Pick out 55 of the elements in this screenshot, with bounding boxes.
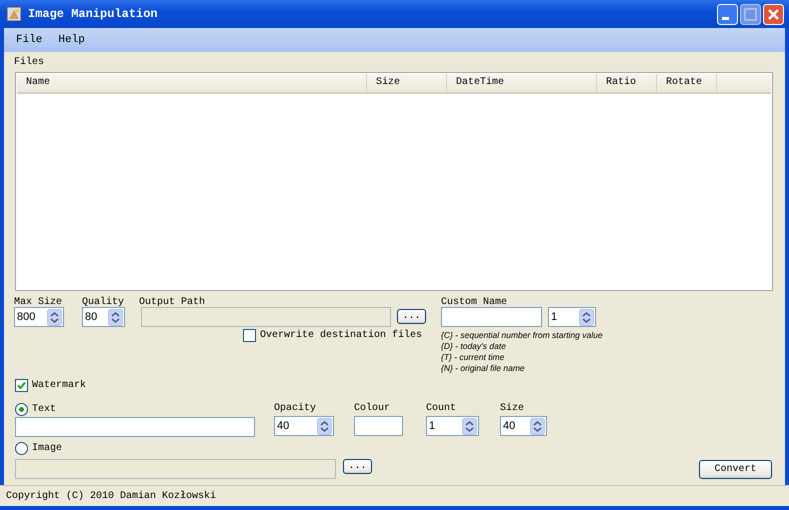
input-field[interactable]	[15, 417, 255, 437]
spin-buttons[interactable]	[47, 308, 62, 326]
input-field[interactable]	[441, 307, 542, 327]
input-field[interactable]	[15, 459, 336, 479]
number-field[interactable]: 1	[548, 307, 596, 327]
hint-text: {C} - sequential number from starting value	[441, 330, 603, 341]
app-icon[interactable]	[6, 6, 22, 22]
status-text: Copyright (C) 2010 Damian Kozłowski	[6, 490, 216, 502]
field-label: Max Size	[14, 297, 64, 309]
close-button[interactable]	[763, 4, 784, 24]
spin-buttons[interactable]	[462, 418, 477, 434]
field-label: Quality	[82, 297, 126, 309]
column-header[interactable]: Name	[17, 74, 367, 92]
field-label: Opacity	[274, 403, 318, 415]
browse-button[interactable]: ...	[343, 459, 372, 474]
spin-buttons[interactable]	[108, 308, 123, 326]
radio-button[interactable]	[15, 402, 28, 416]
maximize-button[interactable]	[740, 4, 761, 24]
radio-label: Text	[32, 404, 56, 414]
column-header[interactable]: DateTime	[447, 74, 597, 92]
checkbox[interactable]	[243, 328, 256, 342]
checkbox-label: Watermark	[32, 380, 86, 390]
colour-field[interactable]	[354, 416, 403, 436]
number-field[interactable]: 1	[426, 416, 479, 436]
column-header[interactable]: Size	[367, 74, 447, 92]
column-header[interactable]: Rotate	[657, 74, 717, 92]
file-list[interactable]: Name Size DateTime Ratio Rotate	[15, 72, 773, 291]
checkbox-label: Overwrite destination files	[260, 330, 422, 340]
browse-button[interactable]: ...	[397, 309, 426, 324]
field-label: Custom Name	[441, 297, 508, 309]
radio-button[interactable]	[15, 442, 28, 454]
hint-text: {N} - original file name	[441, 363, 526, 374]
spin-buttons[interactable]	[317, 418, 332, 434]
number-field[interactable]: 800	[14, 307, 64, 327]
spin-buttons[interactable]	[579, 308, 594, 326]
field-label: Output Path	[139, 297, 206, 309]
menu-item[interactable]: Help	[58, 34, 85, 46]
input-field[interactable]	[141, 307, 391, 327]
number-field[interactable]: 40	[500, 416, 547, 436]
hint-text: {D} - today's date	[441, 341, 507, 352]
number-field[interactable]: 80	[82, 307, 125, 327]
field-label: Colour	[354, 403, 392, 415]
checkbox[interactable]	[15, 378, 28, 392]
field-label: Size	[500, 403, 526, 415]
number-field[interactable]: 40	[274, 416, 334, 436]
convert-button[interactable]: Convert	[699, 460, 772, 479]
spin-buttons[interactable]	[530, 418, 545, 434]
window-title: Image Manipulation	[28, 7, 158, 21]
group-label: Files	[14, 57, 46, 69]
menu-item[interactable]: File	[16, 34, 42, 46]
hint-text: {T} - current time	[441, 352, 506, 363]
column-header[interactable]: Ratio	[597, 74, 657, 92]
minimize-button[interactable]	[717, 4, 738, 24]
radio-label: Image	[32, 442, 62, 454]
field-label: Count	[426, 403, 458, 415]
